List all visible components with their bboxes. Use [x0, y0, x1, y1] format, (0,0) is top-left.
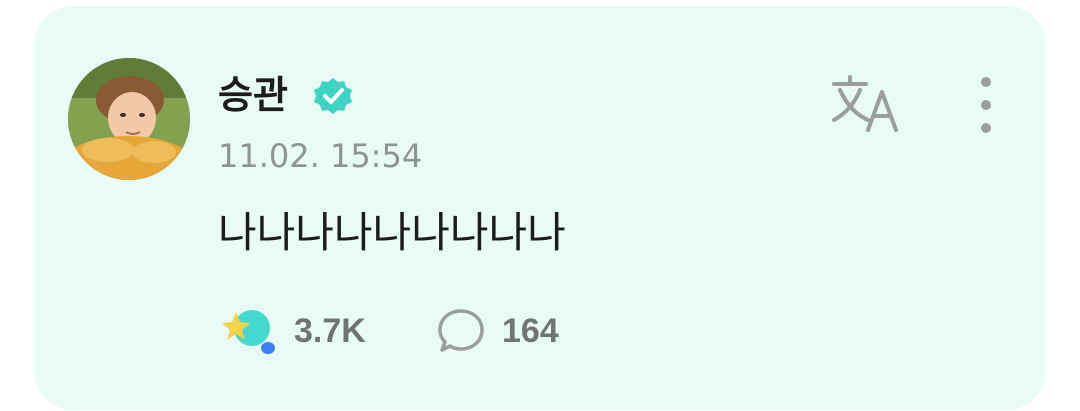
- like-count: 3.7K: [294, 311, 366, 350]
- like-button[interactable]: 3.7K: [220, 304, 366, 358]
- star-light-icon: [222, 310, 275, 354]
- post-message: 나나나나나나나나나: [218, 208, 566, 257]
- post-timestamp: 11.02. 15:54: [218, 137, 423, 175]
- comment-button[interactable]: 164: [436, 304, 559, 358]
- avatar-image: [68, 58, 190, 180]
- post-card[interactable]: 승관 11.02. 15:54 나나나나나나나나나 3.7K 164: [34, 6, 1046, 410]
- comment-count: 164: [502, 311, 559, 350]
- author-name[interactable]: 승관: [218, 72, 288, 118]
- avatar[interactable]: [68, 58, 190, 180]
- comment-bubble-icon: [438, 309, 484, 352]
- more-vertical-icon[interactable]: [968, 72, 1004, 138]
- translate-icon[interactable]: [830, 74, 902, 134]
- verified-badge-icon: [314, 78, 352, 114]
